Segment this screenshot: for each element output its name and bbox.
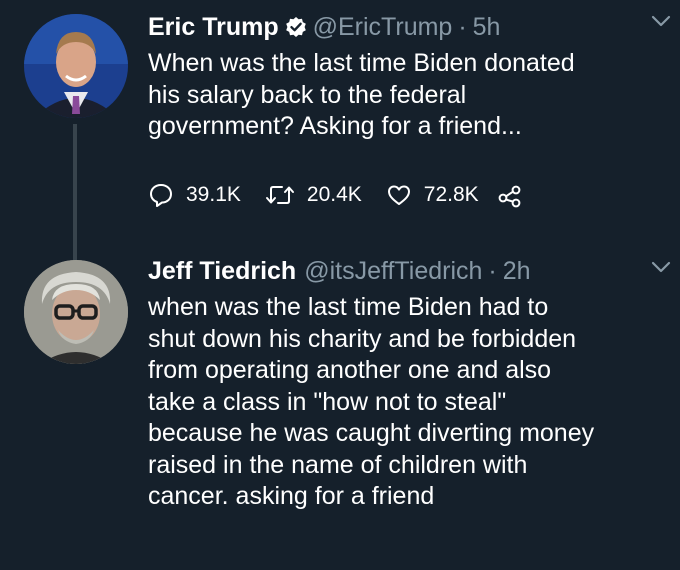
author-name[interactable]: Jeff Tiedrich: [148, 257, 296, 286]
share-icon: [498, 185, 521, 208]
caret-down-icon[interactable]: [650, 260, 672, 274]
tweet-header: Jeff Tiedrich @itsJeffTiedrich · 2h: [148, 252, 658, 290]
like-icon: [387, 185, 410, 205]
timeline: Eric Trump @EricTrump · 5h When was the …: [0, 0, 680, 570]
retweet-icon: [265, 186, 294, 204]
reply-icon: [150, 184, 172, 207]
tweet-eric-trump[interactable]: Eric Trump @EricTrump · 5h When was the …: [0, 0, 680, 266]
tweet-jeff-tiedrich[interactable]: Jeff Tiedrich @itsJeffTiedrich · 2h when…: [0, 240, 680, 570]
caret-down-icon[interactable]: [650, 14, 672, 28]
tweet-header: Eric Trump @EricTrump · 5h: [148, 8, 658, 46]
retweet-button[interactable]: 20.4K: [265, 182, 362, 208]
timestamp[interactable]: 2h: [503, 257, 531, 286]
author-handle[interactable]: @itsJeffTiedrich: [304, 257, 482, 286]
reply-count: 39.1K: [186, 183, 241, 206]
tweet-actions: 39.1K 20.4K 72.8K: [148, 180, 559, 210]
verified-badge-icon: [285, 16, 307, 38]
author-name[interactable]: Eric Trump: [148, 13, 279, 42]
timestamp[interactable]: 5h: [473, 13, 501, 42]
retweet-count: 20.4K: [306, 183, 362, 206]
tweet-content: Jeff Tiedrich @itsJeffTiedrich · 2h when…: [148, 252, 658, 513]
like-count: 72.8K: [423, 183, 479, 206]
share-button[interactable]: [497, 182, 535, 208]
like-button[interactable]: 72.8K: [386, 182, 479, 208]
tweet-content: Eric Trump @EricTrump · 5h When was the …: [148, 8, 658, 143]
avatar[interactable]: [24, 14, 128, 118]
reply-button[interactable]: 39.1K: [148, 182, 241, 208]
tweet-text: When was the last time Biden donated his…: [148, 49, 575, 140]
avatar[interactable]: [24, 260, 128, 364]
separator-dot: ·: [488, 256, 497, 285]
author-handle[interactable]: @EricTrump: [313, 13, 453, 42]
tweet-text: when was the last time Biden had to shut…: [148, 293, 595, 510]
separator-dot: ·: [458, 12, 467, 41]
